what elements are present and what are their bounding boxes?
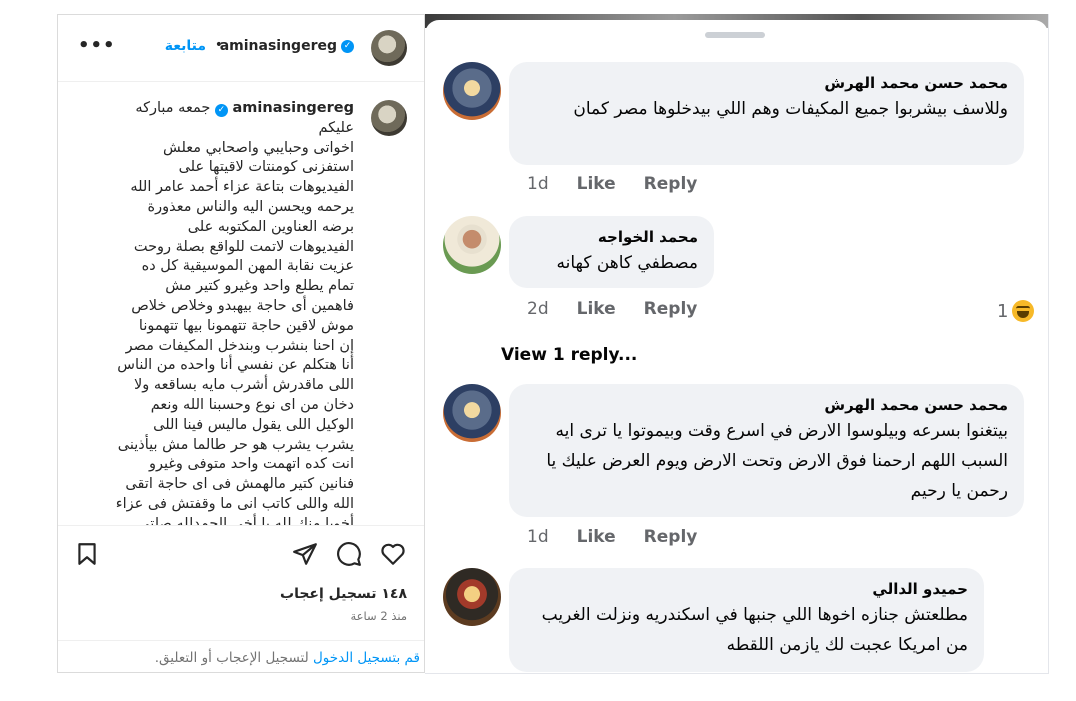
reply-button[interactable]: Reply: [644, 174, 698, 194]
verified-badge-icon: ✓: [341, 39, 354, 53]
follow-button[interactable]: متابعة: [165, 38, 206, 54]
comment-text: وللاسف بيشربوا جميع المكيفات وهم اللي بي…: [573, 99, 1008, 119]
comment-text: بيتغنوا بسرعه وبيلوسوا الارض في اسرع وقت…: [546, 421, 1008, 501]
share-icon[interactable]: [292, 541, 318, 567]
login-link[interactable]: قم بتسجيل الدخول: [313, 650, 420, 666]
comment-bubble: محمد حسن محمد الهرش بيتغنوا بسرعه وبيلوس…: [509, 384, 1024, 517]
comment-text: مصطفي كاهن كهانه: [556, 253, 698, 273]
reply-button[interactable]: Reply: [644, 299, 698, 319]
caption-body: جمعه مباركه عليكم اخواتى وحبايبي واصحابي…: [115, 100, 354, 525]
comment-actions: 2d Like Reply: [527, 299, 697, 319]
verified-badge-icon: ✓: [214, 104, 228, 117]
drag-handle[interactable]: [705, 32, 765, 38]
comment-time[interactable]: 1d: [527, 527, 549, 547]
reaction-count: 1: [997, 300, 1009, 322]
caption-text: ✓ aminasingereg جمعه مباركه عليكم اخواتى…: [96, 99, 354, 525]
caption-username[interactable]: aminasingereg: [233, 100, 354, 116]
reaction-summary[interactable]: 1: [997, 300, 1035, 322]
like-button[interactable]: Like: [577, 527, 616, 547]
caption-avatar[interactable]: [371, 100, 407, 136]
comment-actions: 1d Like Reply: [527, 527, 697, 547]
reply-button[interactable]: Reply: [644, 527, 698, 547]
commenter-name[interactable]: حميدو الدالي: [525, 578, 968, 600]
view-replies-link[interactable]: View 1 reply...: [501, 345, 637, 365]
like-count[interactable]: ١٤٨ تسجيل إعجاب: [280, 586, 407, 602]
commenter-avatar[interactable]: [443, 216, 501, 274]
commenter-avatar[interactable]: [443, 384, 501, 442]
commenter-name[interactable]: محمد حسن محمد الهرش: [525, 72, 1008, 94]
comment-bubble: حميدو الدالي مطلعتش جنازه اخوها اللي جنب…: [509, 568, 984, 672]
post-timestamp: منذ 2 ساعة: [350, 609, 407, 623]
post-actions: [58, 525, 424, 576]
comments-sheet: محمد حسن محمد الهرش وللاسف بيشربوا جميع …: [425, 20, 1048, 673]
bookmark-icon[interactable]: [74, 541, 100, 567]
comment-bubble: محمد حسن محمد الهرش وللاسف بيشربوا جميع …: [509, 62, 1024, 165]
heart-icon[interactable]: [380, 541, 406, 567]
commenter-avatar[interactable]: [443, 62, 501, 120]
comment-bubble: محمد الخواجه مصطفي كاهن كهانه: [509, 216, 714, 288]
comment-icon[interactable]: [336, 541, 362, 567]
separator-dot: •: [214, 37, 223, 53]
more-options-icon[interactable]: •••: [78, 35, 116, 56]
facebook-comments-panel: محمد حسن محمد الهرش وللاسف بيشربوا جميع …: [425, 14, 1049, 674]
like-button[interactable]: Like: [577, 174, 616, 194]
haha-reaction-icon: [1012, 300, 1035, 322]
comment-text: مطلعتش جنازه اخوها اللي جنبها في اسكندري…: [541, 605, 968, 655]
avatar[interactable]: [371, 30, 407, 66]
login-rest-text: لتسجيل الإعجاب أو التعليق.: [154, 650, 313, 666]
username-text[interactable]: aminasingereg: [220, 38, 337, 54]
instagram-post-panel: aminasingereg ✓ • متابعة ••• ✓ aminasing…: [57, 14, 425, 673]
commenter-name[interactable]: محمد الخواجه: [525, 226, 698, 248]
login-prompt: قم بتسجيل الدخول لتسجيل الإعجاب أو التعل…: [58, 640, 424, 672]
comment-time[interactable]: 1d: [527, 174, 549, 194]
commenter-name[interactable]: محمد حسن محمد الهرش: [525, 394, 1008, 416]
post-username[interactable]: aminasingereg ✓: [220, 38, 354, 54]
comment-time[interactable]: 2d: [527, 299, 549, 319]
like-button[interactable]: Like: [577, 299, 616, 319]
commenter-avatar[interactable]: [443, 568, 501, 626]
post-header: aminasingereg ✓ • متابعة •••: [58, 15, 424, 82]
comment-actions: 1d Like Reply: [527, 174, 697, 194]
post-caption: ✓ aminasingereg جمعه مباركه عليكم اخواتى…: [58, 95, 424, 525]
